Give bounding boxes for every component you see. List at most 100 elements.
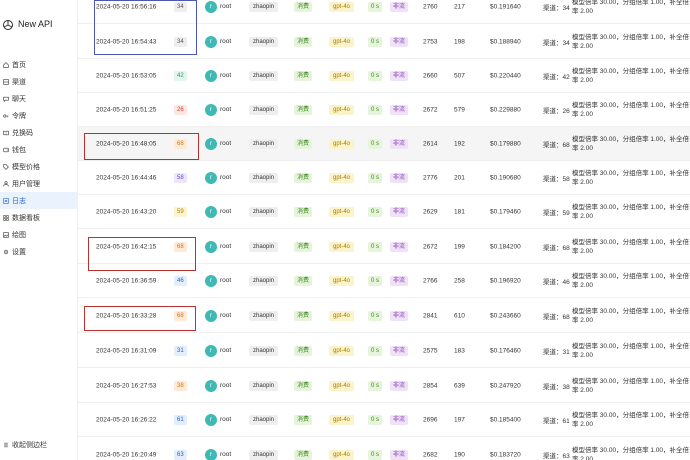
- sidebar-item-3[interactable]: 令牌: [0, 107, 78, 124]
- sidebar-item-7[interactable]: 用户管理: [0, 175, 78, 192]
- prompt-tokens: 2672: [423, 106, 438, 113]
- table-row[interactable]: 2024-05-20 16:44:46 58 r root zhaopin 消费 gpt-4…: [78, 161, 690, 195]
- sidebar-item-9[interactable]: 数据看板: [0, 209, 78, 226]
- cost: $0.184200: [490, 243, 521, 250]
- user-cell: r root: [205, 309, 231, 322]
- table-row[interactable]: 2024-05-20 16:26:22 61 r root zhaopin 消费 gpt-4…: [78, 403, 690, 437]
- sidebar-item-label: 绘图: [12, 231, 26, 239]
- table-row[interactable]: 2024-05-20 16:51:25 26 r root zhaopin 消费 gpt-4…: [78, 93, 690, 127]
- type-badge: 消费: [294, 138, 313, 149]
- cost: $0.176460: [490, 347, 521, 354]
- channel-badge: 46: [174, 275, 187, 286]
- detail-text: 模型倍率 30.00，分组倍率 1.00，补全倍率 2.00: [572, 33, 690, 50]
- duration-badge: 0 s: [368, 138, 383, 149]
- model-badge: gpt-4o: [329, 70, 355, 81]
- detail-channel: 渠道：59: [543, 209, 570, 217]
- table-row[interactable]: 2024-05-20 16:56:16 34 r root zhaopin 消费 gpt-4…: [78, 0, 690, 24]
- token-badge: zhaopin: [249, 172, 279, 183]
- openai-logo-icon: [3, 20, 13, 30]
- avatar: r: [205, 240, 217, 253]
- logo[interactable]: New API: [0, 16, 78, 36]
- token-badge: zhaopin: [249, 310, 279, 321]
- log-time: 2024-05-20 16:31:09: [96, 347, 157, 354]
- user-name: root: [220, 451, 232, 458]
- table-row[interactable]: 2024-05-20 16:53:05 42 r root zhaopin 消费 gpt-4…: [78, 59, 690, 93]
- detail-channel: 渠道：68: [543, 313, 570, 321]
- user-cell: r root: [205, 379, 232, 392]
- collapse-sidebar-button[interactable]: 收起侧边栏: [3, 440, 47, 450]
- user-name: root: [220, 38, 232, 45]
- log-time: 2024-05-20 16:44:46: [96, 174, 157, 181]
- detail-text: 模型倍率 30.00，分组倍率 1.00，补全倍率 2.00: [572, 101, 690, 118]
- sidebar-item-0[interactable]: 首页: [0, 56, 78, 73]
- ticket-icon: [3, 130, 9, 136]
- cost: $0.191640: [490, 3, 521, 10]
- table-row[interactable]: 2024-05-20 16:27:53 38 r root zhaopin 消费 gpt-4…: [78, 369, 690, 403]
- type-badge: 消费: [294, 310, 313, 321]
- channel-badge: 68: [174, 138, 187, 149]
- sidebar: New API 首页 渠道 聊天 令牌 兑换码 钱包 模型价格 用户管理 日志 数据看板 绘图 设置 …: [0, 0, 78, 460]
- cost: $0.196920: [490, 277, 521, 284]
- sidebar-item-label: 令牌: [12, 112, 26, 120]
- type-badge: 消费: [294, 36, 313, 47]
- model-badge: gpt-4o: [329, 206, 355, 217]
- sidebar-item-8[interactable]: 日志: [0, 192, 78, 209]
- detail-text: 模型倍率 30.00，分组倍率 1.00，补全倍率 2.00: [572, 411, 690, 428]
- gear-icon: [3, 249, 9, 255]
- log-time: 2024-05-20 16:53:05: [96, 72, 157, 79]
- avatar: r: [205, 103, 217, 116]
- user-icon: [3, 180, 9, 187]
- sidebar-item-label: 聊天: [12, 95, 26, 103]
- log-icon: [3, 197, 9, 204]
- sidebar-item-label: 渠道: [12, 78, 26, 86]
- table-row[interactable]: 2024-05-20 16:36:59 46 r root zhaopin 消费 gpt-4…: [78, 264, 690, 298]
- cost: $0.179880: [490, 140, 521, 147]
- model-badge: gpt-4o: [329, 345, 355, 356]
- stream-badge: 非流: [390, 172, 409, 183]
- completion-tokens: 507: [454, 72, 465, 79]
- table-row[interactable]: 2024-05-20 16:20:49 63 r root zhaopin 消费 gpt-4…: [78, 438, 690, 460]
- model-badge: gpt-4o: [329, 104, 355, 115]
- token-badge: zhaopin: [249, 345, 279, 356]
- model-badge: gpt-4o: [329, 310, 355, 321]
- log-time: 2024-05-20 16:54:43: [96, 38, 157, 45]
- sidebar-item-label: 日志: [12, 197, 26, 205]
- token-badge: zhaopin: [249, 241, 279, 252]
- table-row[interactable]: 2024-05-20 16:33:28 68 r root zhaopin 消费 gpt-4…: [78, 299, 690, 333]
- table-row[interactable]: 2024-05-20 16:31:09 31 r root zhaopin 消费 gpt-4…: [78, 334, 690, 368]
- sidebar-item-label: 钱包: [12, 146, 26, 154]
- user-name: root: [220, 277, 232, 284]
- type-badge: 消费: [294, 380, 313, 391]
- sidebar-item-10[interactable]: 绘图: [0, 226, 78, 243]
- user-name: root: [220, 382, 232, 389]
- token-badge: zhaopin: [249, 275, 279, 286]
- token-badge: zhaopin: [249, 1, 279, 12]
- user-cell: r root: [205, 240, 231, 253]
- duration-badge: 0 s: [368, 104, 383, 115]
- collapse-sidebar-label: 收起侧边栏: [12, 442, 47, 449]
- user-cell: r root: [205, 274, 232, 287]
- model-badge: gpt-4o: [329, 380, 355, 391]
- channel-badge: 59: [174, 206, 187, 217]
- sidebar-item-5[interactable]: 钱包: [0, 141, 78, 158]
- sidebar-item-11[interactable]: 设置: [0, 243, 78, 260]
- table-row[interactable]: 2024-05-20 16:42:15 68 r root zhaopin 消费 gpt-4…: [78, 230, 690, 264]
- log-time: 2024-05-20 16:56:16: [96, 3, 157, 10]
- stream-badge: 非流: [390, 345, 409, 356]
- key-icon: [3, 113, 9, 119]
- avatar: r: [205, 448, 217, 460]
- table-row[interactable]: 2024-05-20 16:54:43 34 r root zhaopin 消费 gpt-4…: [78, 25, 690, 59]
- prompt-tokens: 2682: [423, 451, 438, 458]
- collapse-icon: [3, 442, 9, 448]
- table-row[interactable]: 2024-05-20 16:48:05 68 r root zhaopin 消费 gpt-4…: [78, 127, 690, 161]
- detail-channel: 渠道：63: [543, 452, 570, 460]
- sidebar-item-4[interactable]: 兑换码: [0, 124, 78, 141]
- prompt-tokens: 2696: [423, 416, 438, 423]
- detail-channel: 渠道：34: [543, 39, 570, 47]
- detail-channel: 渠道：38: [543, 383, 570, 391]
- sidebar-item-1[interactable]: 渠道: [0, 73, 78, 90]
- sidebar-item-2[interactable]: 聊天: [0, 90, 78, 107]
- table-row[interactable]: 2024-05-20 16:43:20 59 r root zhaopin 消费 gpt-4…: [78, 195, 690, 229]
- sidebar-item-6[interactable]: 模型价格: [0, 158, 78, 175]
- duration-badge: 0 s: [368, 310, 383, 321]
